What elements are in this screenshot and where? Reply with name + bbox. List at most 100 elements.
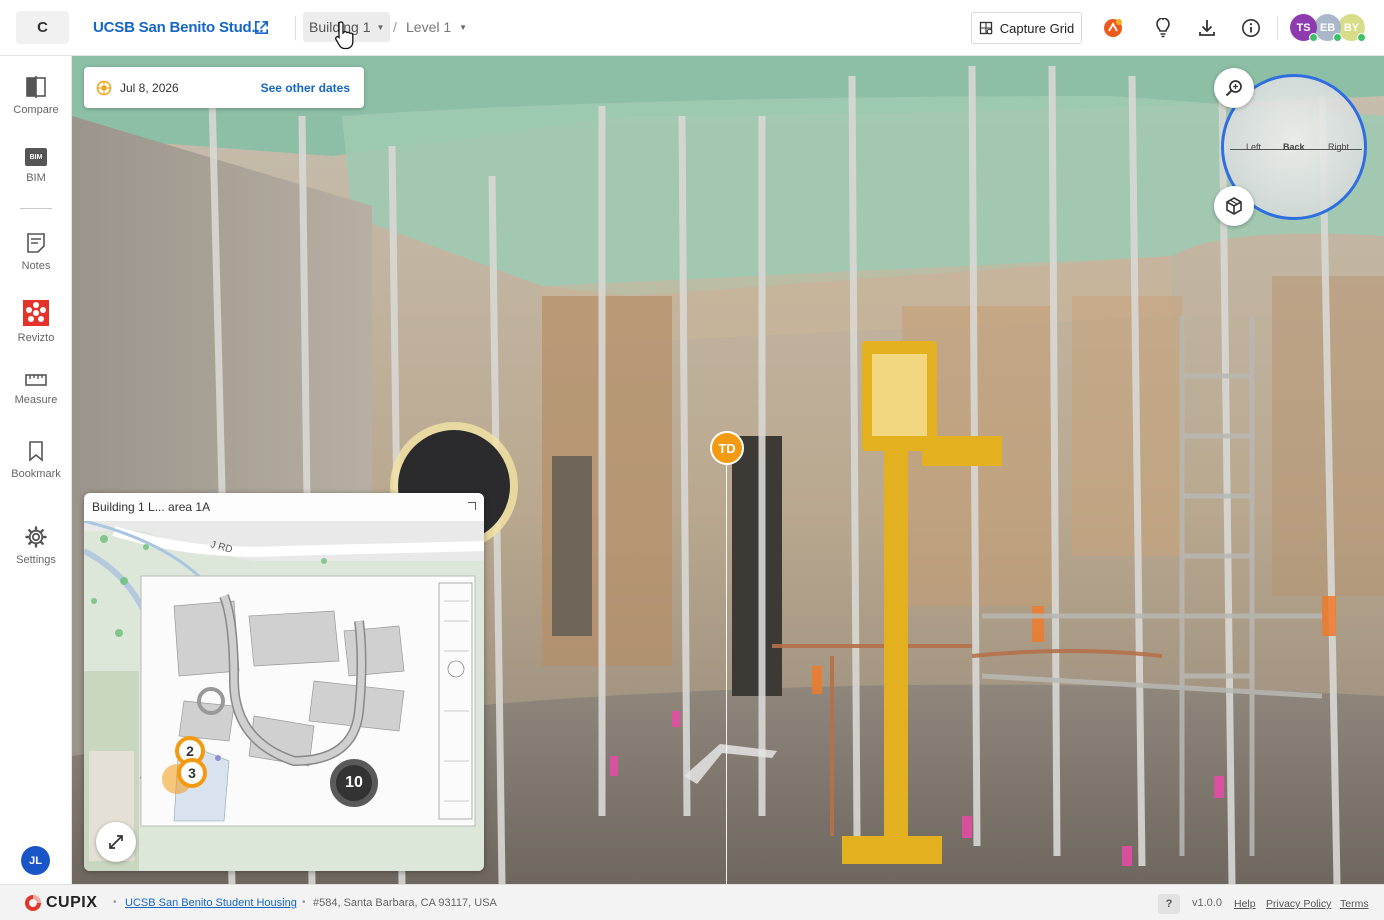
capture-cluster[interactable]: 3 <box>177 758 207 788</box>
sidebar-item-label: Revizto <box>17 332 55 344</box>
avatar-initials: EB <box>1319 21 1336 34</box>
sidebar-item-revizto[interactable]: Revizto <box>0 300 72 362</box>
capture-grid-label: Capture Grid <box>999 20 1075 36</box>
avatar-initials: BY <box>1343 21 1360 34</box>
keyboard-help-button[interactable]: ? <box>1158 894 1180 914</box>
footer-terms-link[interactable]: Terms <box>1340 898 1369 910</box>
compass-right-label: Right <box>1328 142 1350 152</box>
online-status-dot <box>1357 33 1366 42</box>
cluster-count: 2 <box>186 743 194 759</box>
view-3d-button[interactable] <box>1214 186 1254 226</box>
cluster-count: 10 <box>345 774 363 791</box>
revizto-icon <box>23 300 49 326</box>
mouse-pointer-icon <box>335 21 354 50</box>
sidebar-item-settings[interactable]: Settings <box>0 526 72 588</box>
brand-name: CUPIX <box>46 894 98 911</box>
sidebar-divider <box>20 208 52 209</box>
note-pin[interactable]: TD <box>710 431 744 465</box>
info-button[interactable] <box>1239 16 1263 40</box>
avatar-initials: JL <box>29 854 42 867</box>
expand-map-button[interactable] <box>96 822 136 862</box>
tips-button[interactable] <box>1151 16 1175 40</box>
minimap-title-bar: Building 1 L... area 1A <box>84 493 484 521</box>
minimap-title: Building 1 L... area 1A <box>92 500 211 514</box>
collaborator-avatar[interactable]: EB <box>1314 14 1342 42</box>
compass-left-label: Left <box>1246 142 1262 152</box>
bookmark-icon <box>29 441 43 462</box>
workspace-logo-button[interactable]: C <box>16 11 69 44</box>
sidebar-item-label: Settings <box>16 554 56 566</box>
download-button[interactable] <box>1195 16 1219 40</box>
sidebar-item-measure[interactable]: Measure <box>0 372 72 434</box>
online-status-dot <box>1309 33 1318 42</box>
collaborator-avatar[interactable]: TS <box>1290 14 1318 42</box>
panorama-viewer[interactable]: TD Jul 8, 2026 See other dates Left Back… <box>72 56 1384 884</box>
footer-dot: • <box>113 897 117 908</box>
minimap-resize-icon[interactable] <box>468 502 476 510</box>
footer-project-link[interactable]: UCSB San Benito Student Housing <box>125 897 297 909</box>
footer-dot: • <box>302 897 306 908</box>
compass-back-label: Back <box>1283 142 1305 152</box>
cupix-logo-icon <box>25 895 41 911</box>
workspace-logo-letter: C <box>37 19 48 36</box>
sidebar-item-label: Bookmark <box>11 468 61 480</box>
lightbulb-icon <box>1156 18 1170 38</box>
online-status-dot <box>1333 33 1342 42</box>
avatar-initials: TS <box>1296 21 1311 34</box>
sidebar-item-label: Compare <box>13 104 59 116</box>
sidebar-item-label: Notes <box>21 260 51 272</box>
pin-initials: TD <box>718 440 736 456</box>
cluster-count: 3 <box>188 765 196 781</box>
ruler-icon <box>25 374 47 386</box>
caret-down-icon: ▼ <box>459 22 468 32</box>
footer-privacy-link[interactable]: Privacy Policy <box>1266 898 1331 910</box>
top-bar: C UCSB San Benito Stud... Building 1 ▼ /… <box>0 0 1384 56</box>
sitetrack-icon <box>1104 19 1122 37</box>
level-selector[interactable]: Level 1 ▼ <box>406 19 467 35</box>
project-title-link[interactable]: UCSB San Benito Stud... <box>93 19 264 36</box>
expand-icon <box>109 835 123 849</box>
capture-sun-icon <box>96 80 112 95</box>
download-icon <box>1199 20 1215 36</box>
capture-grid-button[interactable]: Capture Grid <box>971 12 1082 44</box>
see-other-dates-link[interactable]: See other dates <box>261 81 350 95</box>
info-icon <box>1242 19 1260 37</box>
help-badge-text: ? <box>1165 898 1173 910</box>
left-sidebar: Compare BIM BIM Notes Revizto Measure Bo… <box>0 56 72 884</box>
capture-grid-icon <box>979 21 993 35</box>
header-divider <box>295 16 296 40</box>
gear-icon <box>25 526 47 548</box>
footer-help-link[interactable]: Help <box>1234 898 1256 910</box>
level-selector-label: Level 1 <box>406 19 452 35</box>
project-address: #584, Santa Barbara, CA 93117, USA <box>313 897 497 909</box>
app-version: v1.0.0 <box>1192 897 1222 909</box>
caret-down-icon: ▼ <box>376 22 385 32</box>
bim-badge-text: BIM <box>29 153 43 161</box>
floorplan-minimap[interactable]: J RD STADIUM <box>84 493 484 871</box>
sitetrack-button[interactable] <box>1101 16 1125 40</box>
header-divider <box>1277 16 1278 40</box>
zoom-search-button[interactable] <box>1214 68 1254 108</box>
open-external-icon[interactable] <box>253 19 270 36</box>
sidebar-item-label: Measure <box>14 394 58 406</box>
sidebar-item-notes[interactable]: Notes <box>0 232 72 294</box>
compare-icon <box>26 76 46 98</box>
pin-anchor-line <box>726 464 727 884</box>
bim-icon: BIM <box>25 148 47 166</box>
sidebar-item-label: BIM <box>26 172 46 184</box>
capture-date: Jul 8, 2026 <box>120 80 179 95</box>
breadcrumb-separator: / <box>393 19 397 35</box>
sidebar-item-bookmark[interactable]: Bookmark <box>0 440 72 502</box>
notes-icon <box>27 233 45 253</box>
zoom-search-icon <box>1225 80 1242 97</box>
collaborator-avatar[interactable]: BY <box>1338 14 1366 42</box>
sidebar-item-bim[interactable]: BIM BIM <box>0 148 72 210</box>
footer: CUPIX • UCSB San Benito Student Housing … <box>0 884 1384 920</box>
cube-3d-icon <box>1226 197 1242 215</box>
capture-date-chip[interactable]: Jul 8, 2026 See other dates <box>84 67 364 108</box>
capture-cluster[interactable]: 10 <box>330 759 378 807</box>
current-user-avatar[interactable]: JL <box>21 846 50 875</box>
site-map[interactable]: J RD STADIUM <box>84 521 484 871</box>
cupix-brand: CUPIX <box>24 894 97 912</box>
sidebar-item-compare[interactable]: Compare <box>0 76 72 138</box>
